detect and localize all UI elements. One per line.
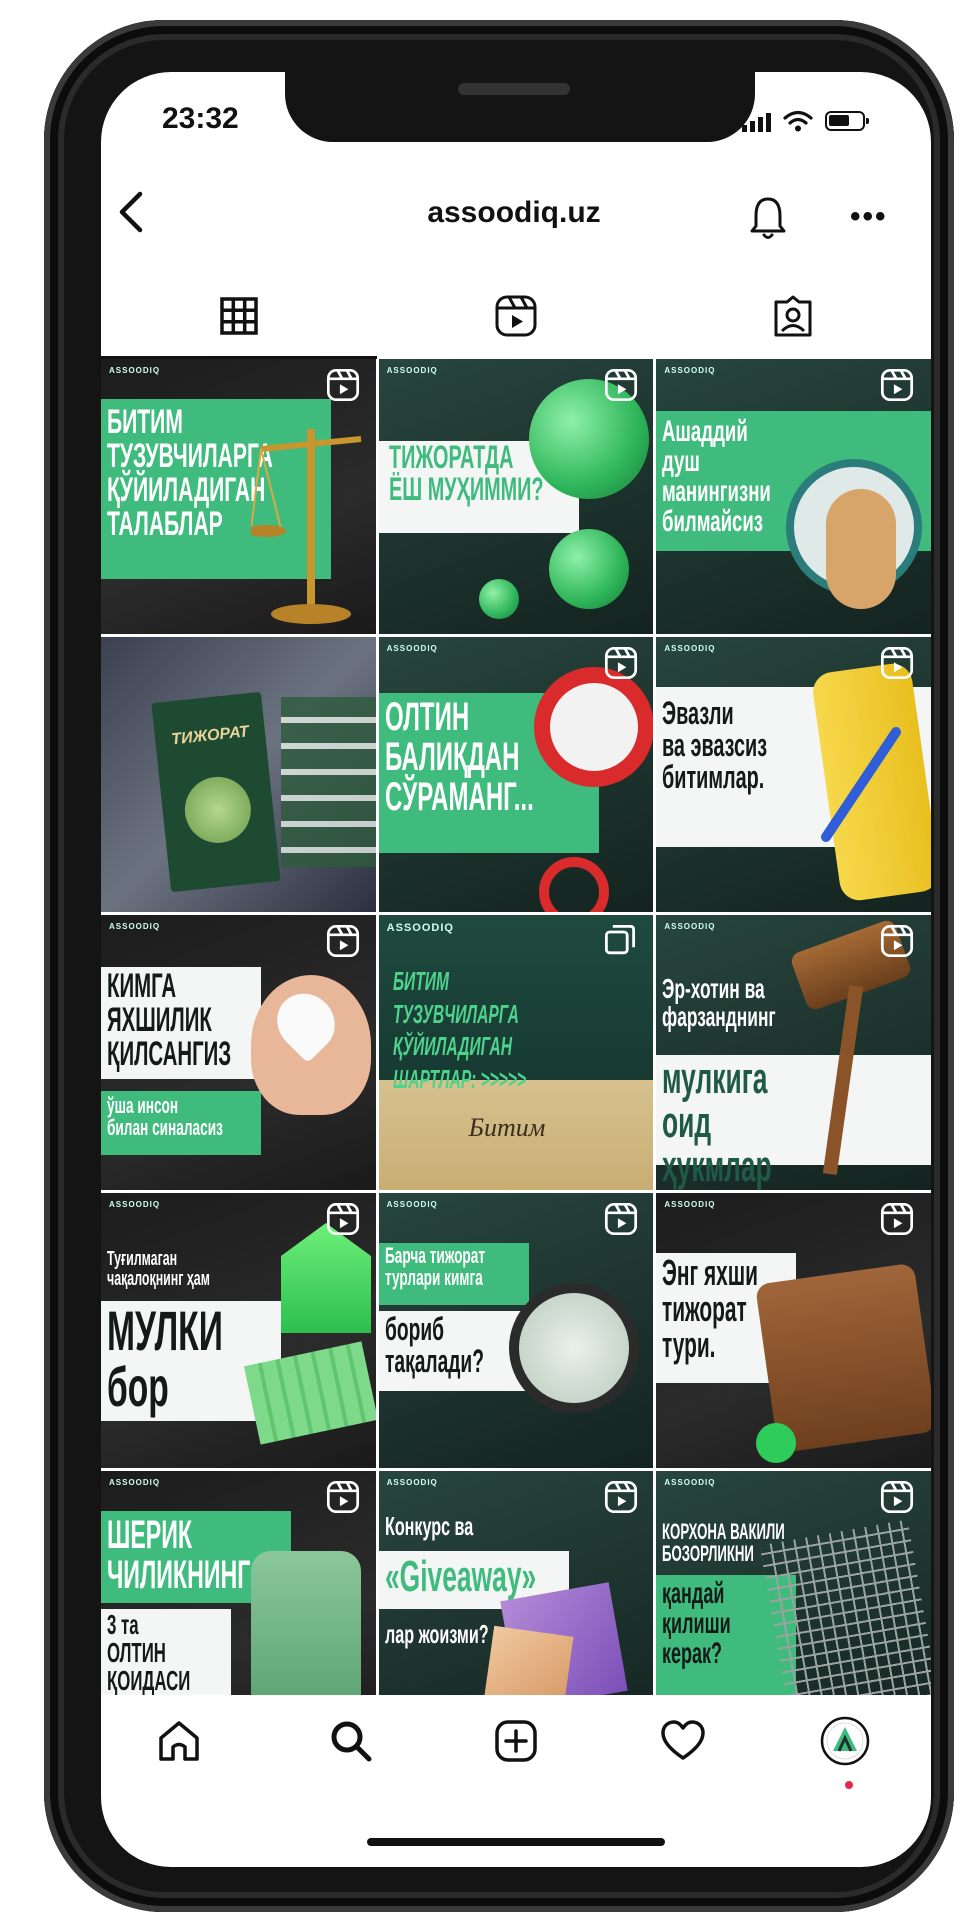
wooden-figure bbox=[826, 489, 897, 609]
book: ТИЖОРАТ bbox=[151, 691, 281, 893]
post-subtitle: қандай қилиши керак? bbox=[662, 1577, 731, 1670]
nav-activity[interactable] bbox=[657, 1715, 709, 1767]
tagged-icon bbox=[774, 295, 812, 337]
shopping-cart bbox=[760, 1519, 931, 1695]
post-subtitle: лар жоизми? bbox=[384, 1619, 489, 1649]
book-stack bbox=[281, 697, 376, 867]
post-brand: ASSOODIQ bbox=[386, 1478, 438, 1487]
reel-indicator-icon bbox=[880, 1202, 914, 1236]
nav-search[interactable] bbox=[325, 1715, 377, 1767]
post-title: ШЕРИК ЧИЛИКНИНГ bbox=[107, 1513, 251, 1597]
reel-indicator-icon bbox=[880, 368, 914, 402]
post-tile[interactable]: ASSOODIQ БИТИМ ТУЗУВЧИЛАРГА ҚЎЙИЛАДИГАН … bbox=[378, 915, 654, 1190]
post-brand: ASSOODIQ bbox=[664, 644, 716, 653]
bank-building bbox=[281, 1223, 371, 1333]
post-title: ОЛТИН БАЛИҚДАН СЎРАМАНГ... bbox=[384, 695, 534, 819]
bell-icon[interactable] bbox=[748, 194, 788, 244]
post-brand: ASSOODIQ bbox=[664, 922, 716, 931]
reel-indicator-icon bbox=[604, 368, 638, 402]
reels-icon bbox=[495, 295, 537, 337]
post-brand: ASSOODIQ bbox=[386, 366, 438, 375]
post-subtitle: 3 та ОЛТИН ҚОИДАСИ bbox=[107, 1609, 191, 1695]
post-title: Эвазли ва эвазсиз битимлар. bbox=[662, 695, 768, 795]
wifi-icon bbox=[783, 110, 813, 132]
nav-home[interactable] bbox=[153, 1715, 205, 1767]
post-title: Конкурс ва bbox=[384, 1511, 473, 1541]
nav-new-post[interactable] bbox=[490, 1715, 542, 1767]
post-brand: ASSOODIQ bbox=[109, 1200, 161, 1209]
heart-icon bbox=[661, 1720, 705, 1760]
post-title: Эр-хотин ва фарзанднинг bbox=[662, 973, 776, 1032]
more-options-icon[interactable]: ••• bbox=[850, 200, 888, 234]
post-brand: ASSOODIQ bbox=[664, 366, 716, 375]
post-title: БИТИМ ТУЗУВЧИЛАРГА ҚЎЙИЛАДИГАН ШАРТЛАР: … bbox=[392, 966, 526, 1094]
tab-reels[interactable] bbox=[486, 286, 546, 346]
forbidden-sign bbox=[538, 857, 609, 912]
post-title: Ашаддий душ манингизни билмайсиз bbox=[662, 415, 772, 538]
book-cover-image bbox=[181, 773, 255, 847]
status-icons bbox=[742, 104, 869, 138]
scales-illustration bbox=[251, 429, 362, 624]
post-title: БИТИМ ТУЗУВЧИЛАРГА ҚЎЙИЛАДИГАН ТАЛАБЛАР bbox=[107, 403, 273, 543]
reel-indicator-icon bbox=[326, 368, 360, 402]
post-subtitle: МУЛКИ бор bbox=[107, 1299, 223, 1418]
bottom-nav bbox=[101, 1697, 931, 1787]
quill-icon bbox=[821, 727, 902, 842]
post-subtitle: Битим bbox=[468, 1113, 546, 1142]
posts-grid: ASSOODIQ БИТИМ ТУЗУВЧИЛАРГА ҚЎЙИЛАДИГАН … bbox=[101, 359, 931, 1695]
profile-username: assoodiq.uz bbox=[427, 196, 601, 229]
status-time: 23:32 bbox=[162, 102, 239, 135]
post-title: Туғилмаган чақалоқнинг ҳам bbox=[107, 1248, 210, 1290]
reel-indicator-icon bbox=[604, 1480, 638, 1514]
forbidden-sign bbox=[533, 667, 654, 787]
tab-tagged[interactable] bbox=[763, 286, 823, 346]
compass-icon bbox=[508, 1283, 639, 1413]
check-bubble bbox=[756, 1423, 797, 1463]
post-brand: ASSOODIQ bbox=[386, 1200, 438, 1209]
reel-indicator-icon bbox=[604, 646, 638, 680]
reel-indicator-icon bbox=[326, 1480, 360, 1514]
reel-indicator-icon bbox=[604, 1202, 638, 1236]
speaker bbox=[458, 83, 570, 95]
post-title: Энг яхши тижорат тури. bbox=[662, 1252, 759, 1365]
glove-illustration bbox=[251, 1551, 361, 1695]
post-title: ТИЖОРАТДА ЁШ МУҲИММИ? bbox=[388, 439, 544, 507]
battery-icon bbox=[825, 111, 869, 131]
post-subtitle: ўша инсон билан синаласиз bbox=[107, 1093, 223, 1140]
reel-indicator-icon bbox=[880, 924, 914, 958]
search-icon bbox=[331, 1721, 372, 1762]
post-subtitle: бориб тақалади? bbox=[384, 1311, 484, 1379]
post-brand: ASSOODIQ bbox=[109, 1478, 161, 1487]
tab-grid[interactable] bbox=[209, 286, 269, 346]
reel-indicator-icon bbox=[880, 646, 914, 680]
grid-icon bbox=[220, 297, 258, 335]
notification-dot bbox=[845, 1781, 853, 1789]
add-post-icon bbox=[495, 1720, 537, 1762]
book-title: ТИЖОРАТ bbox=[170, 723, 250, 749]
post-brand: ASSOODIQ bbox=[664, 1478, 716, 1487]
carousel-indicator-icon bbox=[605, 925, 635, 955]
reel-indicator-icon bbox=[326, 1202, 360, 1236]
reel-indicator-icon bbox=[326, 924, 360, 958]
post-highlight: «Giveaway» bbox=[384, 1552, 536, 1601]
profile-tabs bbox=[101, 282, 931, 358]
post-brand: ASSOODIQ bbox=[386, 644, 438, 653]
post-brand: ASSOODIQ bbox=[109, 366, 161, 375]
post-brand: ASSOODIQ bbox=[109, 922, 161, 931]
question-bubble bbox=[478, 579, 519, 619]
profile-avatar-icon bbox=[820, 1716, 870, 1766]
post-brand: ASSOODIQ bbox=[386, 922, 454, 934]
post-subtitle: мулкига оид ҳукмлар bbox=[662, 1054, 773, 1190]
gift-box bbox=[484, 1625, 574, 1695]
post-brand: ASSOODIQ bbox=[664, 1200, 716, 1209]
home-icon bbox=[159, 1721, 199, 1761]
post-tile[interactable]: ТИЖОРАТ bbox=[101, 637, 376, 912]
question-bubble bbox=[548, 529, 629, 609]
post-title: КИМГА ЯХШИЛИК ҚИЛСАНГИЗ bbox=[107, 967, 232, 1073]
nav-profile[interactable] bbox=[819, 1715, 871, 1767]
home-indicator[interactable] bbox=[367, 1838, 665, 1846]
post-title: Барча тижорат турлари кимга bbox=[384, 1243, 485, 1290]
reel-indicator-icon bbox=[880, 1480, 914, 1514]
